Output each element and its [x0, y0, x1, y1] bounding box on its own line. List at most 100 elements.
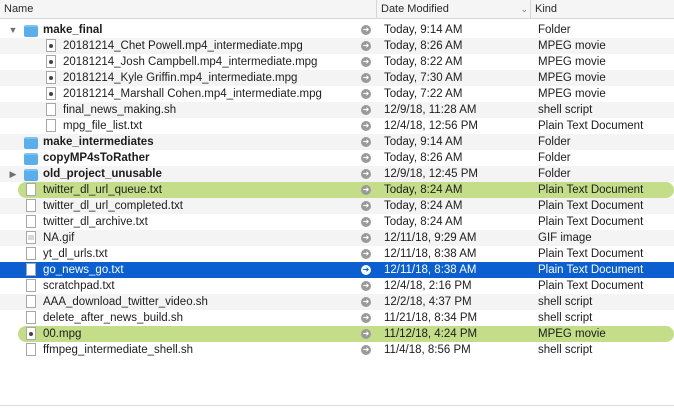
file-name: twitter_dl_archive.txt: [43, 216, 148, 228]
column-header-date-label: Date Modified: [381, 3, 449, 15]
column-header-name[interactable]: Name: [0, 0, 376, 18]
go-arrow-icon[interactable]: ➜: [361, 25, 371, 35]
file-row[interactable]: 20181214_Marshall Cohen.mp4_intermediate…: [0, 86, 674, 102]
document-icon: [46, 103, 56, 116]
file-row[interactable]: copyMP4sToRather ➜ Today, 8:26 AM Folder: [0, 150, 674, 166]
file-name: make_final: [43, 24, 103, 36]
go-arrow-icon[interactable]: ➜: [361, 73, 371, 83]
go-arrow-icon[interactable]: ➜: [361, 329, 371, 339]
go-arrow-icon[interactable]: ➜: [361, 345, 371, 355]
folder-icon: [24, 137, 38, 149]
disclosure-triangle-open-icon[interactable]: ▼: [8, 22, 18, 38]
date-modified: 11/12/18, 4:24 PM: [384, 328, 478, 340]
sort-chevron-icon: ⌄: [520, 4, 528, 14]
document-icon: [26, 199, 36, 212]
file-kind: shell script: [538, 104, 593, 116]
file-row[interactable]: ▶ old_project_unusable ➜ 12/9/18, 12:45 PM F…: [0, 166, 674, 182]
go-arrow-icon[interactable]: ➜: [361, 185, 371, 195]
date-modified: Today, 7:22 AM: [384, 88, 463, 100]
file-row[interactable]: mpg_file_list.txt ➜ 12/4/18, 12:56 PM Plain…: [0, 118, 674, 134]
file-row[interactable]: yt_dl_urls.txt ➜ 12/11/18, 8:38 AM Plain Te…: [0, 246, 674, 262]
file-kind: MPEG movie: [538, 88, 606, 100]
document-icon: [26, 295, 36, 308]
go-arrow-icon[interactable]: ➜: [361, 57, 371, 67]
file-name: 00.mpg: [43, 328, 82, 340]
file-name: 20181214_Marshall Cohen.mp4_intermediate…: [63, 88, 322, 100]
file-row[interactable]: make_intermediates ➜ Today, 9:14 AM Folder: [0, 134, 674, 150]
file-row[interactable]: 20181214_Chet Powell.mp4_intermediate.mp…: [0, 38, 674, 54]
go-arrow-icon[interactable]: ➜: [361, 41, 371, 51]
document-icon: [26, 311, 36, 324]
file-kind: Plain Text Document: [538, 184, 644, 196]
file-row[interactable]: go_news_go.txt ➜ 12/11/18, 8:38 AM Plain Te…: [0, 262, 674, 278]
date-modified: Today, 9:14 AM: [384, 136, 463, 148]
file-kind: GIF image: [538, 232, 592, 244]
file-row[interactable]: ffmpeg_intermediate_shell.sh ➜ 11/4/18, 8:…: [0, 342, 674, 358]
file-row[interactable]: final_news_making.sh ➜ 12/9/18, 11:28 AM sh…: [0, 102, 674, 118]
go-arrow-icon[interactable]: ➜: [361, 249, 371, 259]
file-name: 20181214_Josh Campbell.mp4_intermediate.…: [63, 56, 318, 68]
go-arrow-icon[interactable]: ➜: [361, 89, 371, 99]
file-row[interactable]: 20181214_Kyle Griffin.mp4_intermediate.m…: [0, 70, 674, 86]
file-name: twitter_dl_url_queue.txt: [43, 184, 162, 196]
file-kind: shell script: [538, 296, 593, 308]
go-arrow-icon[interactable]: ➜: [361, 105, 371, 115]
file-row[interactable]: NA.gif ➜ 12/11/18, 9:29 AM GIF image: [0, 230, 674, 246]
file-row[interactable]: AAA_download_twitter_video.sh ➜ 12/2/18, 4…: [0, 294, 674, 310]
file-row[interactable]: delete_after_news_build.sh ➜ 11/21/18, 8:3…: [0, 310, 674, 326]
document-icon: [26, 263, 36, 276]
file-name: delete_after_news_build.sh: [43, 312, 184, 324]
file-kind: MPEG movie: [538, 56, 606, 68]
date-modified: 11/4/18, 8:56 PM: [384, 344, 471, 356]
file-name: copyMP4sToRather: [43, 152, 150, 164]
go-arrow-icon[interactable]: ➜: [361, 313, 371, 323]
file-row[interactable]: ▼ make_final ➜ Today, 9:14 AM Folder: [0, 22, 674, 38]
file-name: mpg_file_list.txt: [63, 120, 143, 132]
file-name: old_project_unusable: [43, 168, 162, 180]
go-arrow-icon[interactable]: ➜: [361, 153, 371, 163]
go-arrow-icon[interactable]: ➜: [361, 297, 371, 307]
date-modified: 12/11/18, 9:29 AM: [384, 232, 477, 244]
file-row[interactable]: 20181214_Josh Campbell.mp4_intermediate.…: [0, 54, 674, 70]
disclosure-triangle-closed-icon[interactable]: ▶: [8, 166, 18, 182]
date-modified: Today, 8:26 AM: [384, 40, 463, 52]
movie-file-icon: [46, 87, 56, 100]
go-arrow-icon[interactable]: ➜: [361, 265, 371, 275]
file-kind: Plain Text Document: [538, 120, 644, 132]
document-icon: [26, 343, 36, 356]
file-name: yt_dl_urls.txt: [43, 248, 108, 260]
file-kind: Folder: [538, 24, 571, 36]
go-arrow-icon[interactable]: ➜: [361, 233, 371, 243]
date-modified: Today, 8:24 AM: [384, 200, 463, 212]
file-row[interactable]: 00.mpg ➜ 11/12/18, 4:24 PM MPEG movie: [0, 326, 674, 342]
go-arrow-icon[interactable]: ➜: [361, 137, 371, 147]
movie-file-icon: [46, 55, 56, 68]
file-row[interactable]: scratchpad.txt ➜ 12/4/18, 2:16 PM Plain Tex…: [0, 278, 674, 294]
file-kind: Folder: [538, 168, 571, 180]
go-arrow-icon[interactable]: ➜: [361, 121, 371, 131]
go-arrow-icon[interactable]: ➜: [361, 169, 371, 179]
column-header-kind[interactable]: Kind: [530, 0, 674, 18]
movie-file-icon: [46, 71, 56, 84]
file-row[interactable]: twitter_dl_url_completed.txt ➜ Today, 8:24…: [0, 198, 674, 214]
date-modified: 12/11/18, 8:38 AM: [384, 264, 477, 276]
document-icon: [26, 215, 36, 228]
folder-icon: [24, 153, 38, 165]
movie-file-icon: [46, 39, 56, 52]
file-kind: Plain Text Document: [538, 280, 644, 292]
date-modified: 12/2/18, 4:37 PM: [384, 296, 472, 308]
date-modified: Today, 7:30 AM: [384, 72, 463, 84]
date-modified: Today, 9:14 AM: [384, 24, 463, 36]
go-arrow-icon[interactable]: ➜: [361, 217, 371, 227]
file-list: ▼ make_final ➜ Today, 9:14 AM Folder 20181214…: [0, 22, 674, 358]
document-icon: [26, 279, 36, 292]
file-row[interactable]: twitter_dl_archive.txt ➜ Today, 8:24 AM Pla…: [0, 214, 674, 230]
file-kind: Plain Text Document: [538, 248, 644, 260]
go-arrow-icon[interactable]: ➜: [361, 281, 371, 291]
date-modified: 12/4/18, 2:16 PM: [384, 280, 472, 292]
document-icon: [26, 183, 36, 196]
go-arrow-icon[interactable]: ➜: [361, 201, 371, 211]
file-row[interactable]: twitter_dl_url_queue.txt ➜ Today, 8:24 AM P…: [0, 182, 674, 198]
file-kind: Folder: [538, 136, 571, 148]
column-header-date-modified[interactable]: Date Modified ⌄: [376, 0, 530, 18]
